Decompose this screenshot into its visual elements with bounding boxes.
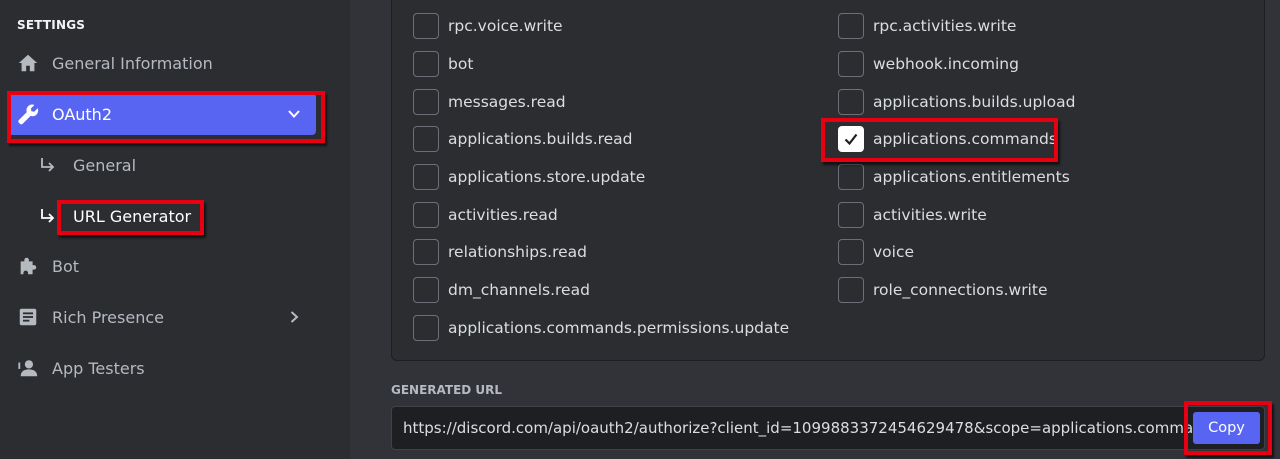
chevron-down-icon[interactable] [284, 104, 304, 124]
scope-label: applications.commands [873, 130, 1057, 148]
scope-label: rpc.voice.write [448, 17, 563, 35]
sidebar-subitem-label: URL Generator [73, 206, 192, 226]
sub-arrow-icon [36, 205, 58, 227]
scope-checkbox-dm-channels-read[interactable]: dm_channels.read [413, 275, 590, 305]
scope-checkbox-applications-commands[interactable]: applications.commands [838, 124, 1057, 154]
scope-label: rpc.activities.write [873, 17, 1017, 35]
scope-label: activities.read [448, 206, 558, 224]
checkbox[interactable] [413, 126, 439, 152]
checkbox[interactable] [838, 89, 864, 115]
scope-checkbox-webhook-incoming[interactable]: webhook.incoming [838, 49, 1019, 79]
person-icon [16, 356, 40, 380]
scope-label: applications.commands.permissions.update [448, 319, 790, 337]
sidebar-item-label: OAuth2 [52, 104, 112, 124]
scope-checkbox-bot[interactable]: bot [413, 49, 473, 79]
checkbox[interactable] [838, 277, 864, 303]
checkbox[interactable] [413, 51, 439, 77]
sidebar-item-label: Rich Presence [52, 307, 164, 327]
sidebar-item-rich-presence[interactable]: Rich Presence [8, 296, 316, 338]
checkbox[interactable] [413, 164, 439, 190]
copy-button[interactable]: Copy [1193, 412, 1260, 444]
scope-label: voice [873, 243, 915, 261]
checkbox[interactable] [838, 202, 864, 228]
sidebar-item-general-information[interactable]: General Information [8, 42, 316, 84]
scope-label: applications.builds.read [448, 130, 633, 148]
scope-checkbox-rpc-voice-write[interactable]: rpc.voice.write [413, 11, 563, 41]
generated-url-label: GENERATED URL [391, 383, 503, 397]
scope-label: webhook.incoming [873, 55, 1019, 73]
checkbox[interactable] [413, 13, 439, 39]
sidebar-item-label: General Information [52, 53, 213, 73]
scope-checkbox-applications-store-update[interactable]: applications.store.update [413, 162, 645, 192]
sidebar-item-label: App Testers [52, 358, 145, 378]
checkbox[interactable] [413, 239, 439, 265]
scope-label: messages.read [448, 93, 566, 111]
checkbox[interactable] [413, 202, 439, 228]
scope-label: role_connections.write [873, 281, 1048, 299]
scope-checkbox-applications-builds-upload[interactable]: applications.builds.upload [838, 87, 1075, 117]
checkbox[interactable] [838, 51, 864, 77]
scope-checkbox-role-connections-write[interactable]: role_connections.write [838, 275, 1047, 305]
scope-label: dm_channels.read [448, 281, 590, 299]
checkbox[interactable] [413, 89, 439, 115]
scope-checkbox-relationships-read[interactable]: relationships.read [413, 237, 587, 267]
sidebar-item-app-testers[interactable]: App Testers [8, 347, 316, 389]
document-icon [16, 305, 40, 329]
sub-arrow-icon [36, 154, 58, 176]
checkbox[interactable] [413, 277, 439, 303]
puzzle-piece-icon [16, 254, 40, 278]
scope-checkbox-rpc-activities-write[interactable]: rpc.activities.write [838, 11, 1016, 41]
scope-checkbox-applications-builds-read[interactable]: applications.builds.read [413, 124, 633, 154]
scope-label: applications.entitlements [873, 168, 1070, 186]
checkbox[interactable] [838, 13, 864, 39]
scope-checkbox-applications-entitlements[interactable]: applications.entitlements [838, 162, 1070, 192]
checkmark-icon [844, 133, 858, 146]
generated-url-text: https://discord.com/api/oauth2/authorize… [403, 419, 1220, 437]
checkbox[interactable] [838, 239, 864, 265]
scope-checkbox-voice[interactable]: voice [838, 237, 914, 267]
checkbox-checked[interactable] [838, 126, 864, 152]
sidebar-item-oauth2[interactable]: OAuth2 [8, 93, 316, 135]
scopes-panel: rpc.voice.write bot messages.read applic… [391, 0, 1265, 361]
settings-sidebar: SETTINGS General Information OAuth2 Gene… [0, 0, 350, 459]
sidebar-item-label: Bot [52, 256, 80, 276]
scope-label: bot [448, 55, 474, 73]
sidebar-subitem-general[interactable]: General [36, 149, 136, 181]
scope-checkbox-applications-commands-permissions-update[interactable]: applications.commands.permissions.update [413, 313, 789, 343]
scope-label: relationships.read [448, 243, 588, 261]
scope-label: activities.write [873, 206, 987, 224]
sidebar-subitem-url-generator[interactable]: URL Generator [36, 200, 191, 232]
generated-url-field[interactable]: https://discord.com/api/oauth2/authorize… [391, 406, 1265, 450]
checkbox[interactable] [838, 164, 864, 190]
scope-label: applications.store.update [448, 168, 646, 186]
scope-checkbox-activities-read[interactable]: activities.read [413, 200, 558, 230]
sidebar-subitem-label: General [73, 155, 137, 175]
home-icon [16, 51, 40, 75]
checkbox[interactable] [413, 315, 439, 341]
wrench-icon [16, 102, 40, 126]
scope-checkbox-activities-write[interactable]: activities.write [838, 200, 987, 230]
chevron-right-icon[interactable] [284, 307, 304, 327]
scope-label: applications.builds.upload [873, 93, 1076, 111]
scope-checkbox-messages-read[interactable]: messages.read [413, 87, 566, 117]
sidebar-item-bot[interactable]: Bot [8, 245, 316, 287]
sidebar-heading: SETTINGS [17, 18, 86, 32]
